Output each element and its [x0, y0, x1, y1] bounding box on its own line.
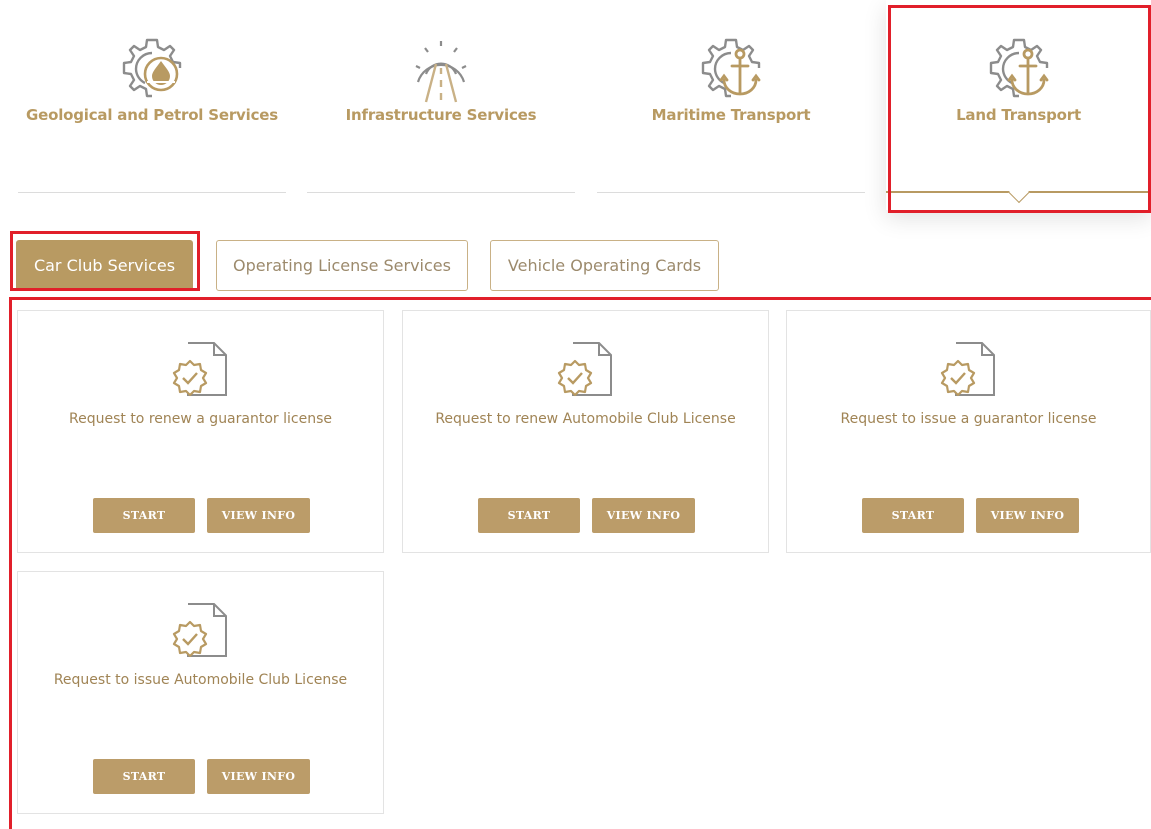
- active-caret: [1007, 181, 1030, 204]
- view-info-button[interactable]: VIEW INFO: [207, 498, 310, 533]
- service-title: Request to renew a guarantor license: [69, 411, 332, 427]
- gear-anchor-icon: [984, 34, 1054, 104]
- category-underline: [18, 192, 286, 193]
- service-card: Request to issue a guarantor license STA…: [786, 310, 1151, 553]
- tab-vehicle-operating-cards[interactable]: Vehicle Operating Cards: [490, 240, 719, 291]
- category-land-transport[interactable]: Land Transport: [886, 0, 1151, 210]
- document-check-icon: [934, 339, 1004, 399]
- service-title: Request to issue a guarantor license: [840, 411, 1097, 427]
- gear-anchor-icon: [696, 34, 766, 104]
- service-card: Request to renew Automobile Club License…: [402, 310, 769, 553]
- category-infrastructure[interactable]: Infrastructure Services: [307, 0, 575, 210]
- service-card: Request to issue Automobile Club License…: [17, 571, 384, 814]
- view-info-button[interactable]: VIEW INFO: [976, 498, 1079, 533]
- service-title: Request to issue Automobile Club License: [53, 672, 348, 688]
- category-underline: [307, 192, 575, 193]
- document-check-icon: [166, 339, 236, 399]
- category-label: Maritime Transport: [651, 106, 811, 124]
- tab-operating-license-services[interactable]: Operating License Services: [216, 240, 468, 291]
- start-button[interactable]: START: [93, 759, 195, 794]
- gear-road-icon: [415, 41, 467, 103]
- category-geological[interactable]: Geological and Petrol Services: [18, 0, 286, 210]
- start-button[interactable]: START: [862, 498, 964, 533]
- gear-oil-icon: [117, 34, 187, 104]
- category-label: Geological and Petrol Services: [26, 106, 278, 124]
- start-button[interactable]: START: [478, 498, 580, 533]
- document-check-icon: [551, 339, 621, 399]
- view-info-button[interactable]: VIEW INFO: [207, 759, 310, 794]
- tab-car-club-services[interactable]: Car Club Services: [16, 240, 193, 291]
- category-label: Land Transport: [956, 106, 1081, 124]
- category-label: Infrastructure Services: [345, 106, 537, 124]
- document-check-icon: [166, 600, 236, 660]
- start-button[interactable]: START: [93, 498, 195, 533]
- category-maritime[interactable]: Maritime Transport: [597, 0, 865, 210]
- category-underline: [597, 192, 865, 193]
- service-card: Request to renew a guarantor license STA…: [17, 310, 384, 553]
- service-title: Request to renew Automobile Club License: [435, 411, 736, 427]
- view-info-button[interactable]: VIEW INFO: [592, 498, 695, 533]
